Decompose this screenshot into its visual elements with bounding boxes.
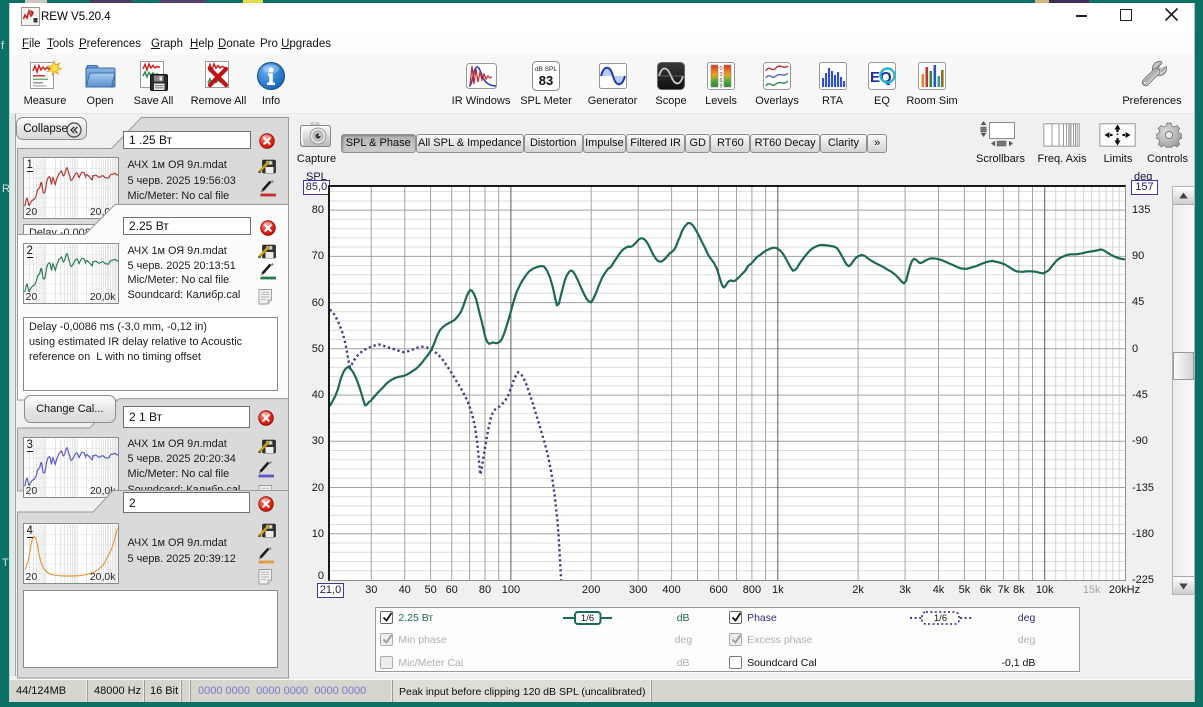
svg-text:1/6: 1/6 [934, 613, 947, 624]
svg-text:dB SPL: dB SPL [535, 66, 557, 73]
svg-text:83: 83 [539, 73, 553, 88]
svg-text:1/6: 1/6 [581, 613, 594, 624]
svg-text:9: 9 [719, 84, 722, 90]
